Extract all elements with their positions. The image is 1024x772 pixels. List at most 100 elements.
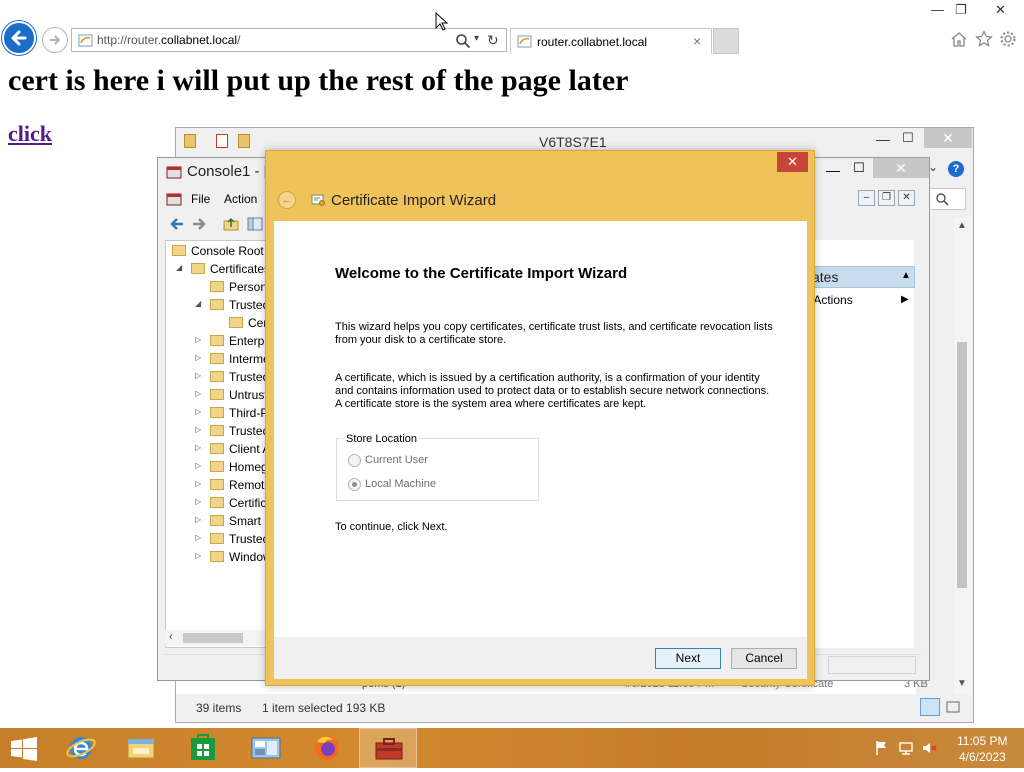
collapsed-arrow-icon[interactable]: ▷: [195, 335, 201, 344]
minimize-icon[interactable]: —: [931, 2, 944, 17]
next-button[interactable]: Next: [655, 648, 721, 669]
child-close-icon[interactable]: ✕: [898, 190, 915, 206]
tree-item[interactable]: ▷ Trusted: [166, 423, 274, 441]
close-icon[interactable]: ✕: [873, 158, 929, 178]
collapsed-arrow-icon[interactable]: ▷: [195, 461, 201, 470]
scroll-up-icon[interactable]: ▲: [957, 220, 967, 231]
clock-time[interactable]: 11:05 PM: [957, 734, 1007, 748]
collapsed-arrow-icon[interactable]: ▷: [195, 533, 201, 542]
properties-icon[interactable]: [216, 134, 228, 148]
close-icon[interactable]: ✕: [777, 152, 808, 172]
minimize-icon[interactable]: —: [876, 131, 890, 147]
new-tab-button[interactable]: [713, 28, 739, 54]
tree-item[interactable]: ▷ Remote: [166, 477, 274, 495]
back-button[interactable]: [2, 21, 36, 55]
large-icons-view-icon[interactable]: [944, 698, 962, 716]
close-icon[interactable]: ✕: [924, 128, 972, 148]
certificate-import-wizard[interactable]: ✕ ← Certificate Import Wizard Welcome to…: [265, 150, 815, 686]
network-icon[interactable]: [898, 740, 914, 756]
menu-action[interactable]: Action: [224, 192, 257, 206]
child-minimize-icon[interactable]: –: [858, 190, 875, 206]
star-icon[interactable]: [975, 30, 993, 48]
scroll-thumb[interactable]: [183, 633, 243, 643]
scroll-left-icon[interactable]: ‹: [169, 631, 173, 643]
tree-item[interactable]: ▷ Trusted: [166, 531, 274, 549]
taskbar-server-manager[interactable]: [237, 728, 295, 768]
volume-muted-icon[interactable]: [921, 740, 937, 756]
collapsed-arrow-icon[interactable]: ▷: [195, 407, 201, 416]
home-icon[interactable]: [950, 30, 968, 48]
vertical-scrollbar[interactable]: ▲ ▼: [954, 218, 970, 694]
taskbar-file-explorer[interactable]: [112, 728, 170, 768]
new-folder-icon[interactable]: [238, 134, 250, 148]
details-view-icon[interactable]: [920, 698, 940, 716]
address-dropdown-icon[interactable]: ▾: [474, 33, 479, 44]
scroll-thumb[interactable]: [957, 342, 967, 588]
maximize-icon[interactable]: ☐: [853, 160, 865, 176]
tree-item[interactable]: ▷ Third-P: [166, 405, 274, 423]
refresh-icon[interactable]: ↻: [487, 32, 499, 49]
expanded-arrow-icon[interactable]: ◢: [195, 299, 201, 308]
collapsed-arrow-icon[interactable]: ▷: [195, 389, 201, 398]
maximize-icon[interactable]: ☐: [902, 130, 914, 146]
mmc-app-icon[interactable]: [166, 191, 182, 207]
click-link[interactable]: click: [8, 121, 52, 147]
collapsed-arrow-icon[interactable]: ▷: [195, 551, 201, 560]
windows-start-icon[interactable]: [10, 737, 38, 761]
tab-close-icon[interactable]: ×: [693, 33, 701, 49]
collapsed-arrow-icon[interactable]: ▷: [195, 497, 201, 506]
local-machine-radio[interactable]: [348, 478, 361, 491]
help-icon[interactable]: ?: [948, 161, 964, 177]
back-arrow-icon[interactable]: [168, 215, 186, 233]
expanded-arrow-icon[interactable]: ◢: [176, 263, 182, 272]
collapsed-arrow-icon[interactable]: ▷: [195, 443, 201, 452]
tree-item[interactable]: ◢ Trusted: [166, 297, 274, 315]
tree-item[interactable]: ▷ Smart C: [166, 513, 274, 531]
collapse-up-icon[interactable]: ▲: [901, 270, 911, 281]
explorer-search-box[interactable]: [924, 188, 966, 210]
up-folder-icon[interactable]: [222, 215, 240, 233]
collapsed-arrow-icon[interactable]: ▷: [195, 479, 201, 488]
child-restore-icon[interactable]: ❐: [878, 190, 895, 206]
close-icon[interactable]: ✕: [995, 2, 1006, 18]
taskbar-toolbox[interactable]: [359, 728, 417, 768]
action-center-flag-icon[interactable]: [874, 740, 890, 756]
collapsed-arrow-icon[interactable]: ▷: [195, 515, 201, 524]
tree-item[interactable]: ▷ Untrust: [166, 387, 274, 405]
tree-item[interactable]: Cer: [166, 315, 274, 333]
taskbar-internet-explorer[interactable]: [52, 728, 110, 768]
browser-tab[interactable]: router.collabnet.local ×: [510, 28, 712, 54]
cancel-button[interactable]: Cancel: [731, 648, 797, 669]
tree-item[interactable]: ▷ Enterpr: [166, 333, 274, 351]
tree-item[interactable]: ◢ Certificates: [166, 261, 274, 279]
minimize-icon[interactable]: —: [826, 162, 840, 178]
gear-icon[interactable]: [999, 30, 1017, 48]
tree-item[interactable]: Persona: [166, 279, 274, 297]
current-user-radio[interactable]: [348, 454, 361, 467]
actions-section-header[interactable]: cates ▲: [800, 266, 915, 288]
collapsed-arrow-icon[interactable]: ▷: [195, 371, 201, 380]
search-icon[interactable]: [455, 33, 471, 49]
restore-icon[interactable]: ❐: [955, 2, 967, 18]
horizontal-scrollbar[interactable]: ‹: [165, 630, 275, 646]
tree-item[interactable]: ▷ Homeg: [166, 459, 274, 477]
scroll-down-icon[interactable]: ▼: [957, 678, 967, 689]
tree-item[interactable]: ▷ Trusted: [166, 369, 274, 387]
tree-item[interactable]: Console Root: [166, 243, 274, 261]
menu-file[interactable]: File: [191, 192, 210, 206]
wizard-back-icon[interactable]: ←: [278, 191, 296, 209]
clock-date[interactable]: 4/6/2023: [959, 750, 1006, 764]
address-url[interactable]: http://router.collabnet.local/: [97, 33, 240, 47]
console-tree[interactable]: Console Root ◢ Certificates Persona ◢ Trusted…: [165, 240, 275, 648]
tree-item[interactable]: ▷ Interme: [166, 351, 274, 369]
show-hide-tree-icon[interactable]: [246, 215, 264, 233]
collapsed-arrow-icon[interactable]: ▷: [195, 353, 201, 362]
tree-item[interactable]: ▷ Certific: [166, 495, 274, 513]
taskbar-store[interactable]: [174, 728, 232, 768]
collapsed-arrow-icon[interactable]: ▷: [195, 425, 201, 434]
tree-item[interactable]: ▷ Client A: [166, 441, 274, 459]
forward-arrow-icon[interactable]: [190, 215, 208, 233]
forward-button[interactable]: [42, 27, 68, 53]
taskbar-firefox[interactable]: [298, 728, 356, 768]
tree-item[interactable]: ▷ Window: [166, 549, 274, 567]
